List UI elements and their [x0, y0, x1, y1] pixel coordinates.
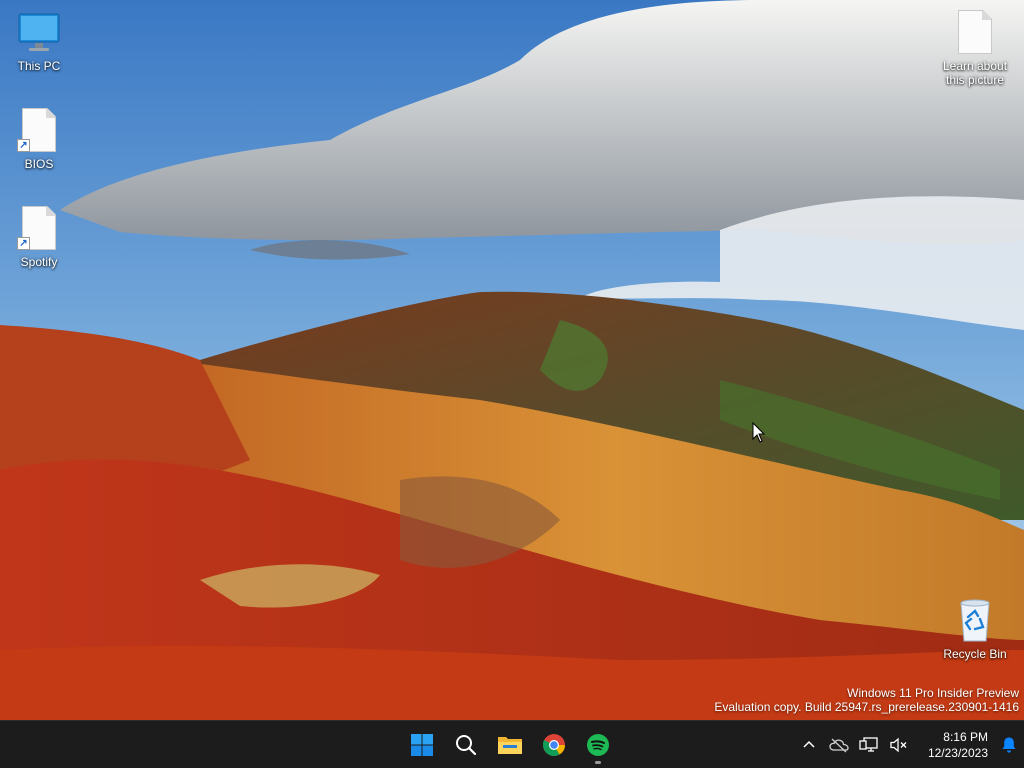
- spotify-button[interactable]: [578, 725, 618, 765]
- taskbar: 8:16 PM 12/23/2023: [0, 720, 1024, 768]
- network-button[interactable]: [854, 725, 884, 765]
- network-icon: [859, 737, 878, 752]
- taskbar-pinned-apps: [402, 721, 618, 768]
- shortcut-arrow-icon: ↗: [17, 237, 30, 250]
- desktop-icon-recycle-bin[interactable]: Recycle Bin: [937, 596, 1013, 661]
- chrome-icon: [542, 734, 565, 756]
- watermark-edition: Windows 11 Pro Insider Preview: [847, 686, 1019, 700]
- desktop-icon-label: Spotify: [20, 255, 58, 269]
- shortcut-arrow-icon: ↗: [17, 139, 30, 152]
- desktop-icon-bios[interactable]: ↗ BIOS: [1, 106, 77, 171]
- search-icon: [456, 735, 477, 756]
- desktop-icon-this-pc[interactable]: This PC: [1, 8, 77, 73]
- document-icon: [953, 8, 997, 56]
- file-explorer-icon: [498, 737, 522, 754]
- clock-time: 8:16 PM: [943, 730, 988, 744]
- windows-watermark: Windows 11 Pro Insider Preview Evaluatio…: [714, 686, 1019, 714]
- chrome-button[interactable]: [534, 725, 574, 765]
- desktop-icon-label: This PC: [17, 59, 61, 73]
- bell-icon: [1002, 737, 1016, 753]
- desktop-icon-label: Learn about this picture: [942, 59, 1008, 87]
- mouse-cursor-icon: [752, 421, 766, 444]
- cloud-off-icon: [829, 738, 849, 753]
- notifications-button[interactable]: [994, 725, 1024, 765]
- desktop-icon-label: BIOS: [24, 157, 54, 171]
- watermark-build: Evaluation copy. Build 25947.rs_prerelea…: [714, 700, 1019, 714]
- search-button[interactable]: [446, 725, 486, 765]
- document-icon: ↗: [17, 106, 61, 154]
- clock-date: 12/23/2023: [927, 746, 988, 760]
- file-explorer-button[interactable]: [490, 725, 530, 765]
- start-button[interactable]: [402, 725, 442, 765]
- desktop-icon-learn-about-picture[interactable]: Learn about this picture: [937, 8, 1013, 87]
- desktop-wallpaper: [0, 0, 1024, 720]
- recycle-bin-icon: [953, 596, 997, 644]
- desktop-icon-spotify[interactable]: ↗ Spotify: [1, 204, 77, 269]
- taskbar-clock[interactable]: 8:16 PM 12/23/2023: [914, 729, 994, 761]
- volume-muted-icon: [890, 737, 907, 753]
- show-hidden-icons-button[interactable]: [794, 725, 824, 765]
- desktop-icon-label: Recycle Bin: [943, 647, 1007, 661]
- monitor-icon: [17, 8, 61, 56]
- volume-button[interactable]: [884, 725, 914, 765]
- document-icon: ↗: [17, 204, 61, 252]
- windows-start-icon: [411, 734, 433, 756]
- system-tray: 8:16 PM 12/23/2023: [794, 721, 1024, 768]
- onedrive-button[interactable]: [824, 725, 854, 765]
- chevron-up-icon: [803, 740, 815, 748]
- spotify-icon: [587, 734, 609, 756]
